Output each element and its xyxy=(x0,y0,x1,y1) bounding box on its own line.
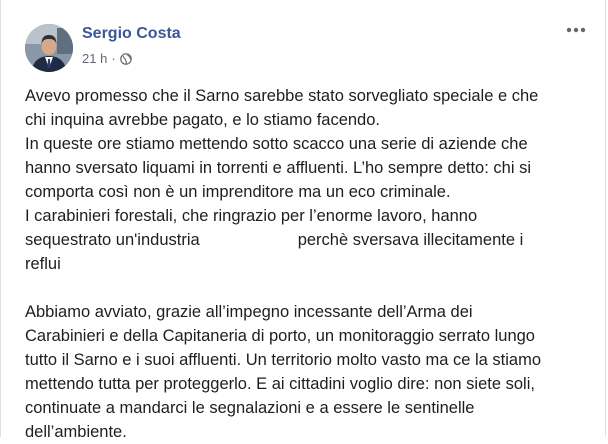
text-line: dell’ambiente. xyxy=(25,423,127,441)
paragraph-2: Abbiamo avviato, grazie all’impegno ince… xyxy=(25,300,580,444)
text-line: sequestrato un'industria perchè sversava … xyxy=(25,228,580,252)
facebook-post: Sergio Costa 21 h · Avevo promesso che i… xyxy=(0,0,606,441)
text-line: hanno sversato liquami in torrenti e aff… xyxy=(25,159,531,177)
text-line: continuate a mandarci le segnalazioni e … xyxy=(25,399,475,417)
text-line: Abbiamo avviato, grazie all’impegno ince… xyxy=(25,303,473,321)
post-meta: 21 h · xyxy=(82,51,132,66)
text-line: mettendo tutta per proteggerlo. E ai cit… xyxy=(25,375,535,393)
author-name[interactable]: Sergio Costa xyxy=(82,25,181,43)
text-line: tutto il Sarno e i suoi affluenti. Un te… xyxy=(25,351,542,369)
text-line: I carabinieri forestali, che ringrazio p… xyxy=(25,207,478,225)
text-fragment: sequestrato un'industria xyxy=(25,231,200,249)
post-timestamp[interactable]: 21 h xyxy=(82,51,107,66)
avatar-image xyxy=(25,24,73,72)
text-fragment: perchè sversava illecitamente i xyxy=(297,231,524,249)
more-options-icon[interactable] xyxy=(563,20,589,40)
text-line: Carabinieri e della Capitaneria di porto… xyxy=(25,327,535,345)
avatar[interactable] xyxy=(25,24,73,72)
text-line: comporta così non è un imprenditore ma u… xyxy=(25,183,451,201)
text-line: In queste ore stiamo mettendo sotto scac… xyxy=(25,135,528,153)
text-line: chi inquina avrebbe pagato, e lo stiamo … xyxy=(25,111,380,129)
post-text: Avevo promesso che il Sarno sarebbe stat… xyxy=(25,84,580,444)
paragraph-1: Avevo promesso che il Sarno sarebbe stat… xyxy=(25,84,580,276)
globe-icon[interactable] xyxy=(119,52,132,65)
text-line: Avevo promesso che il Sarno sarebbe stat… xyxy=(25,87,539,105)
text-line: reflui xyxy=(25,255,61,273)
meta-separator: · xyxy=(111,51,116,66)
